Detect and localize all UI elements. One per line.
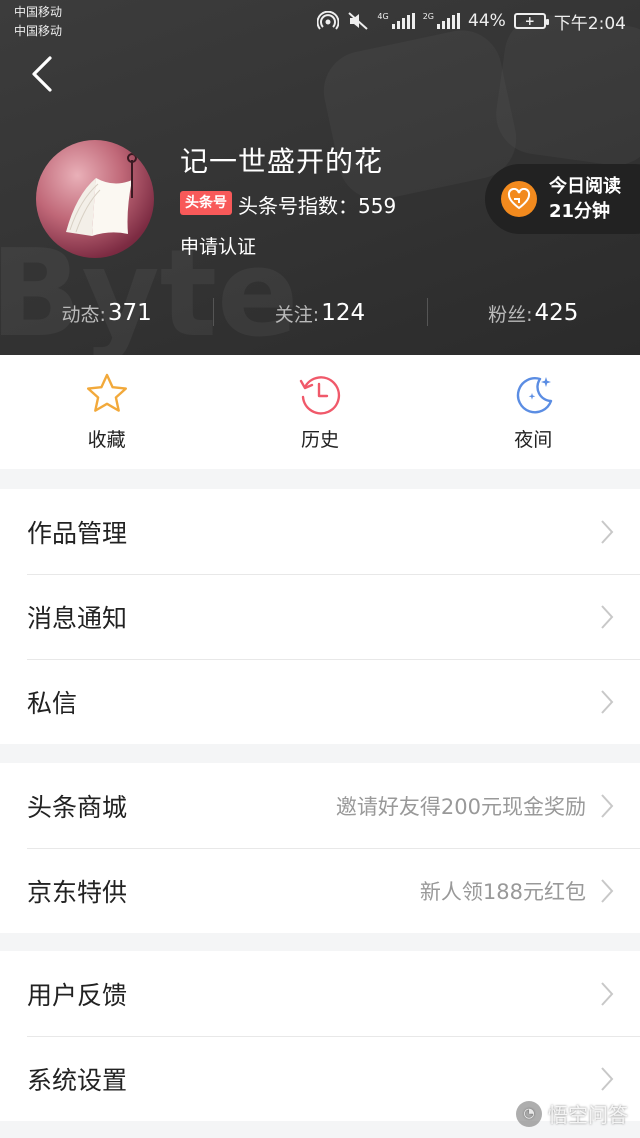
profile-header: Byte 中国移动 中国移动 4G 2G 44% + 下午2:04 记一世盛开的… — [0, 0, 640, 355]
menu-item-label: 京东特供 — [27, 877, 128, 907]
reading-duration: 21分钟 — [549, 201, 611, 222]
stat-value: 371 — [107, 300, 152, 326]
menu-item-label: 作品管理 — [27, 518, 128, 548]
divider — [213, 298, 214, 326]
stat-posts[interactable]: 动态: 371 — [0, 292, 213, 334]
stats-bar: 动态: 371 关注: 124 粉丝: 425 — [0, 292, 640, 334]
chevron-right-icon — [601, 878, 614, 903]
night-mode-button[interactable]: 夜间 — [427, 355, 640, 469]
menu-group-content: 作品管理 消息通知 私信 — [0, 489, 640, 744]
menu-item-notifications[interactable]: 消息通知 — [0, 574, 640, 659]
stat-value: 124 — [321, 300, 366, 326]
username: 记一世盛开的花 — [180, 145, 384, 178]
menu-item-label: 消息通知 — [27, 603, 128, 633]
chevron-right-icon — [601, 519, 614, 544]
hotspot-icon — [317, 11, 340, 30]
toutiao-index: 头条号指数：559 — [238, 194, 397, 218]
stat-followers[interactable]: 粉丝: 425 — [427, 292, 640, 334]
signal-icon-2: 2G — [422, 12, 461, 29]
chevron-right-icon — [601, 981, 614, 1006]
mute-icon — [348, 12, 369, 30]
chevron-right-icon — [601, 604, 614, 629]
menu-item-private-messages[interactable]: 私信 — [0, 659, 640, 744]
moon-icon — [517, 377, 553, 414]
status-bar: 中国移动 中国移动 4G 2G 44% + 下午2:04 — [0, 0, 640, 44]
chevron-right-icon — [601, 689, 614, 714]
toutiao-badge: 头条号 — [180, 191, 232, 215]
stat-label: 关注: — [274, 303, 320, 326]
menu-item-label: 头条商城 — [27, 792, 128, 822]
history-button[interactable]: 历史 — [213, 355, 426, 469]
menu-item-label: 用户反馈 — [27, 980, 128, 1010]
menu-group-settings: 用户反馈 系统设置 — [0, 951, 640, 1121]
carrier-1: 中国移动 — [14, 5, 63, 19]
menu-item-feedback[interactable]: 用户反馈 — [0, 951, 640, 1036]
stat-label: 动态: — [61, 303, 106, 326]
menu-group-shopping: 头条商城 邀请好友得200元现金奖励 京东特供 新人领188元红包 — [0, 763, 640, 933]
menu-item-label: 私信 — [27, 688, 78, 718]
signal-icon-1: 4G — [377, 12, 415, 29]
chevron-right-icon — [601, 1066, 614, 1091]
network-type-2: 2G — [422, 12, 435, 21]
reading-heart-icon — [501, 181, 537, 217]
night-mode-label: 夜间 — [514, 429, 553, 451]
quick-actions: 收藏 历史 夜间 — [0, 355, 640, 469]
menu-item-promo: 邀请好友得200元现金奖励 — [335, 794, 586, 819]
favorites-label: 收藏 — [87, 429, 126, 451]
watermark: ◔ 悟空问答 — [516, 1099, 628, 1128]
network-type-1: 4G — [377, 12, 389, 21]
avatar[interactable] — [36, 140, 154, 258]
stat-following[interactable]: 关注: 124 — [213, 292, 426, 334]
menu-item-promo: 新人领188元红包 — [419, 879, 586, 904]
reading-label: 今日阅读 — [549, 176, 621, 197]
battery-icon: + — [513, 13, 549, 29]
apply-verification-link[interactable]: 申请认证 — [180, 232, 256, 259]
menu-item-works-management[interactable]: 作品管理 — [0, 489, 640, 574]
back-button[interactable] — [26, 54, 62, 94]
divider — [427, 298, 428, 326]
menu-item-label: 系统设置 — [27, 1065, 128, 1095]
carrier-2: 中国移动 — [14, 24, 63, 38]
history-label: 历史 — [300, 429, 339, 451]
watermark-text: 悟空问答 — [548, 1103, 628, 1127]
chevron-right-icon — [601, 793, 614, 818]
history-clock-icon — [299, 376, 341, 415]
battery-percent: 44% — [468, 11, 506, 31]
favorites-button[interactable]: 收藏 — [0, 355, 213, 469]
menu-item-jd-special[interactable]: 京东特供 新人领188元红包 — [0, 848, 640, 933]
stat-value: 425 — [534, 300, 579, 326]
chevron-left-icon — [32, 56, 52, 92]
stat-label: 粉丝: — [488, 303, 533, 326]
star-icon — [86, 373, 127, 412]
today-reading-button[interactable]: 今日阅读 21分钟 — [485, 164, 640, 234]
avatar-book-image — [66, 153, 137, 236]
clock: 下午2:04 — [553, 13, 626, 34]
menu-item-toutiao-mall[interactable]: 头条商城 邀请好友得200元现金奖励 — [0, 763, 640, 848]
wukong-logo-icon: ◔ — [516, 1100, 542, 1127]
